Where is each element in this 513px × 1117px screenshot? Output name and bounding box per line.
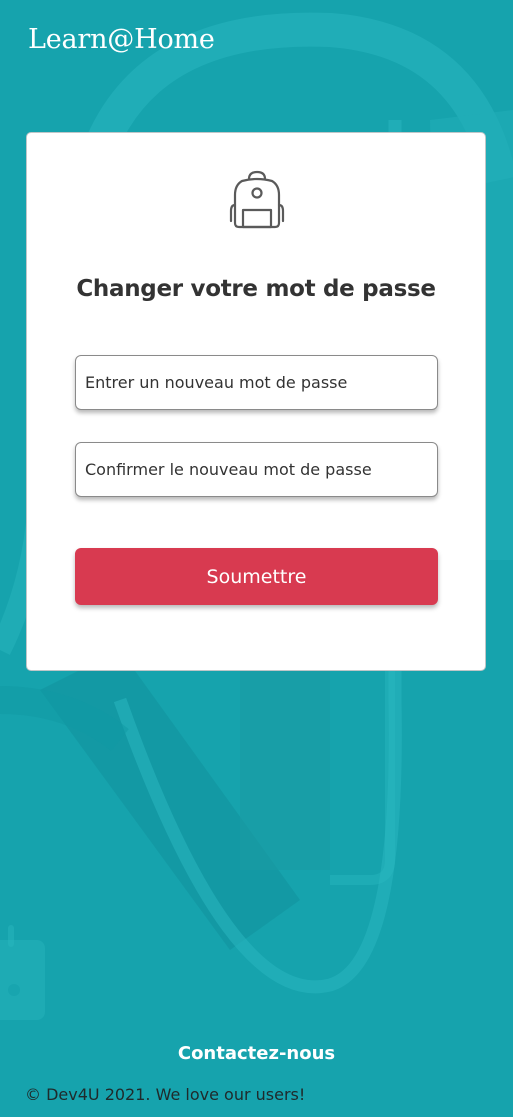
copyright-text: © Dev4U 2021. We love our users! (25, 1085, 306, 1104)
app-logo[interactable]: Learn@Home (28, 24, 215, 55)
new-password-field[interactable] (75, 355, 438, 410)
backpack-icon (229, 170, 285, 229)
change-password-card: Changer votre mot de passe Soumettre (26, 132, 486, 671)
contact-link[interactable]: Contactez-nous (0, 1043, 513, 1064)
confirm-password-field[interactable] (75, 442, 438, 497)
submit-button[interactable]: Soumettre (75, 548, 438, 605)
page-title: Changer votre mot de passe (76, 276, 436, 302)
